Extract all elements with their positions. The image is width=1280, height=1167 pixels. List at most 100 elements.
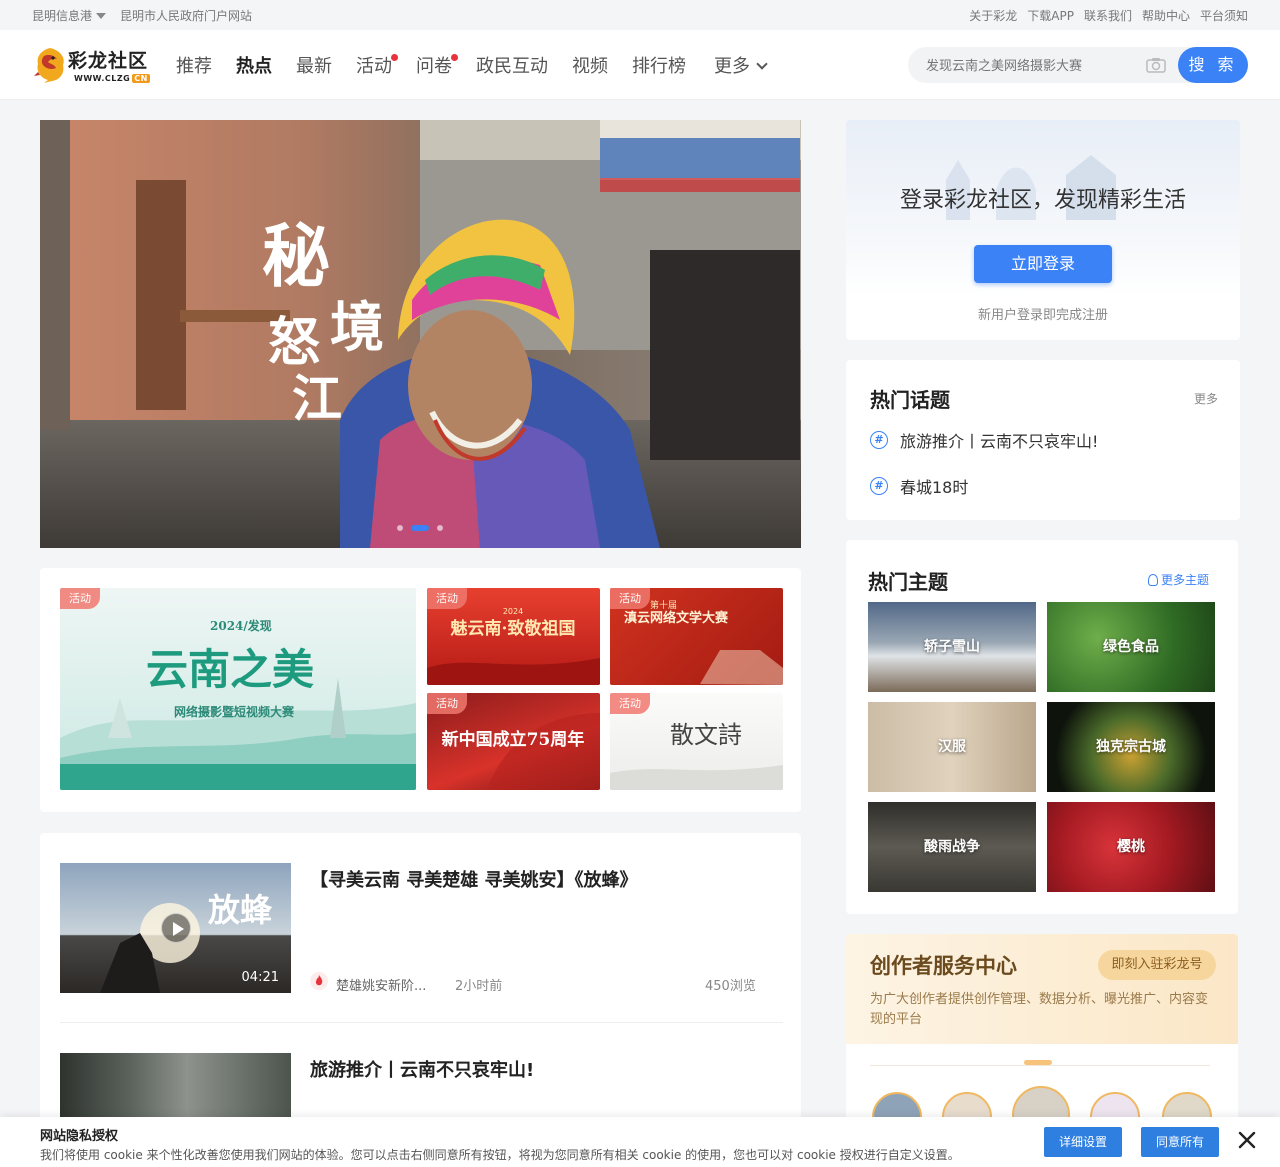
cookie-consent-bar: 网站隐私授权 我们将使用 cookie 来个性化改善您使用我们网站的体验。您可以… <box>0 1117 1280 1167</box>
util-link-kunming-info[interactable]: 昆明信息港 <box>32 7 107 24</box>
play-icon[interactable] <box>161 913 191 943</box>
theme-tile[interactable]: 独克宗古城 <box>1047 702 1215 792</box>
login-hint: 新用户登录即完成注册 <box>977 308 1108 323</box>
theme-tile[interactable]: 汉服 <box>868 702 1036 792</box>
cookie-accept-all-button[interactable]: 同意所有 <box>1141 1127 1219 1157</box>
activity-banner-panel: 2024/发现 云南之美 网络摄影暨短视频大赛 活动 2024 魅云南·致敬祖国… <box>40 568 801 812</box>
banner-subtitle: 网络摄影暨短视频大赛 <box>174 704 295 719</box>
banner-tribute-motherland[interactable]: 2024 魅云南·致敬祖国 活动 <box>427 588 600 685</box>
source-avatar <box>310 972 328 990</box>
main-nav: 推荐 热点 最新 活动 问卷 政民互动 视频 排行榜 更多 <box>176 52 790 80</box>
calligraphy-char: 怒 <box>268 312 320 373</box>
hero-carousel[interactable]: 秘 境 怒 江 <box>40 120 801 548</box>
cookie-settings-button[interactable]: 详细设置 <box>1044 1127 1122 1157</box>
nav-item-recommend[interactable]: 推荐 <box>176 52 212 80</box>
site-header: 彩龙社区 WWW.CLZG CN 推荐 热点 最新 活动 问卷 政民互动 视频 排… <box>0 30 1280 100</box>
logo-url: WWW.CLZG CN <box>74 74 150 83</box>
notification-dot <box>391 54 398 61</box>
chevron-down-icon <box>756 58 768 70</box>
util-link-gov-portal[interactable]: 昆明市人民政府门户网站 <box>120 7 252 24</box>
feed-item-title[interactable]: 旅游推介丨云南不只哀牢山! <box>310 1056 534 1082</box>
flame-icon <box>315 975 323 986</box>
util-link-rules[interactable]: 平台须知 <box>1200 7 1248 24</box>
theme-tile[interactable]: 酸雨战争 <box>868 802 1036 892</box>
hashtag-icon: # <box>870 431 888 449</box>
camera-icon[interactable] <box>1146 57 1166 73</box>
nav-item-video[interactable]: 视频 <box>572 52 608 80</box>
hot-themes-card: 热门主题 更多主题 轿子雪山 绿色食品 汉服 独克宗古城 酸雨战争 樱桃 <box>846 540 1238 914</box>
thumbnail-text: 放蜂 <box>208 891 273 929</box>
banner-yunnan-beauty[interactable]: 2024/发现 云南之美 网络摄影暨短视频大赛 活动 <box>60 588 416 790</box>
divider <box>870 1065 1210 1066</box>
nav-item-hot[interactable]: 热点 <box>236 52 272 80</box>
banner-prose-poetry[interactable]: 散文詩 活动 <box>610 693 783 790</box>
search-bar: 搜 索 <box>908 47 1248 83</box>
activity-tag: 活动 <box>427 588 467 609</box>
creator-join-button[interactable]: 即刻入驻彩龙号 <box>1098 950 1216 980</box>
nav-item-survey[interactable]: 问卷 <box>416 52 458 80</box>
divider <box>60 1022 783 1023</box>
login-title: 登录彩龙社区，发现精彩生活 <box>899 188 1186 213</box>
banner-literature-contest[interactable]: 第十届 滇云网络文学大赛 活动 <box>610 588 783 685</box>
creator-description: 为广大创作者提供创作管理、数据分析、曝光推广、内容变现的平台 <box>870 992 1209 1027</box>
util-link-contact[interactable]: 联系我们 <box>1084 7 1132 24</box>
hot-themes-more-link[interactable]: 更多主题 <box>1148 571 1209 588</box>
feed-item-title[interactable]: 【寻美云南 寻美楚雄 寻美姚安】《放蜂》 <box>310 866 638 892</box>
nav-item-ranking[interactable]: 排行榜 <box>632 52 686 80</box>
login-button[interactable]: 立即登录 <box>974 245 1112 283</box>
activity-tag: 活动 <box>427 693 467 714</box>
utility-bar: 昆明信息港 昆明市人民政府门户网站 关于彩龙 下载APP 联系我们 帮助中心 平… <box>0 0 1280 30</box>
theme-tile[interactable]: 轿子雪山 <box>868 602 1036 692</box>
banner-art: 2024/发现 云南之美 网络摄影暨短视频大赛 <box>60 618 416 790</box>
nav-item-activity[interactable]: 活动 <box>356 52 398 80</box>
creator-title: 创作者服务中心 <box>870 954 1017 978</box>
notification-dot <box>451 54 458 61</box>
activity-tag: 活动 <box>610 588 650 609</box>
nav-item-gov-interaction[interactable]: 政民互动 <box>476 52 548 80</box>
util-link-download-app[interactable]: 下载APP <box>1027 7 1074 24</box>
bulb-icon <box>1148 574 1158 586</box>
hot-topics-title: 热门话题 <box>870 388 950 412</box>
topic-item[interactable]: # 旅游推介丨云南不只哀牢山! <box>870 428 1098 452</box>
theme-tile[interactable]: 樱桃 <box>1047 802 1215 892</box>
hot-themes-title: 热门主题 <box>868 570 948 594</box>
video-duration: 04:21 <box>241 970 279 985</box>
site-logo[interactable]: 彩龙社区 WWW.CLZG CN <box>32 44 157 88</box>
feed-item-source[interactable]: 楚雄姚安新阶... <box>336 975 426 994</box>
banner-sub: 第十届 <box>650 599 677 611</box>
login-card: 登录彩龙社区，发现精彩生活 立即登录 新用户登录即完成注册 <box>846 120 1240 340</box>
feed-panel: 放蜂 04:21 【寻美云南 寻美楚雄 寻美姚安】《放蜂》 楚雄姚安新阶... … <box>40 833 801 1133</box>
video-thumbnail[interactable]: 放蜂 04:21 <box>60 863 291 993</box>
activity-tag: 活动 <box>60 588 100 609</box>
hot-topics-more-link[interactable]: 更多 <box>1194 390 1218 407</box>
feed-item-time: 2小时前 <box>455 979 503 994</box>
calligraphy-char: 境 <box>330 295 384 359</box>
calligraphy-char: 秘 <box>262 217 330 297</box>
theme-tile[interactable]: 绿色食品 <box>1047 602 1215 692</box>
banner-title: 云南之美 <box>146 645 314 694</box>
hashtag-icon: # <box>870 477 888 495</box>
activity-tag: 活动 <box>610 693 650 714</box>
banner-title: 散文詩 <box>670 721 742 749</box>
hero-image: 秘 境 怒 江 <box>40 120 801 548</box>
feed-item-views: 450浏览 <box>705 979 756 994</box>
dragon-logo-icon <box>34 48 64 83</box>
cookie-description: 我们将使用 cookie 来个性化改善您使用我们网站的体验。您可以点击右侧同意所… <box>40 1148 960 1162</box>
banner-year: 2024 <box>503 607 523 616</box>
banner-75th-anniversary[interactable]: 新中国成立75周年 活动 <box>427 693 600 790</box>
logo-text: 彩龙社区 <box>68 50 149 72</box>
search-button[interactable]: 搜 索 <box>1178 47 1248 83</box>
util-link-about[interactable]: 关于彩龙 <box>969 7 1017 24</box>
feed-item[interactable]: 放蜂 04:21 【寻美云南 寻美楚雄 寻美姚安】《放蜂》 楚雄姚安新阶... … <box>60 863 783 994</box>
nav-item-more[interactable]: 更多 <box>714 52 768 80</box>
banner-title: 魅云南·致敬祖国 <box>451 618 576 639</box>
cookie-title: 网站隐私授权 <box>40 1129 119 1144</box>
util-link-help[interactable]: 帮助中心 <box>1142 7 1190 24</box>
chevron-down-icon <box>96 13 107 19</box>
banner-year: 2024/发现 <box>210 618 272 633</box>
hot-topics-card: 热门话题 更多 # 旅游推介丨云南不只哀牢山! # 春城18时 <box>846 360 1240 520</box>
nav-item-latest[interactable]: 最新 <box>296 52 332 80</box>
topic-item[interactable]: # 春城18时 <box>870 474 968 498</box>
close-icon[interactable] <box>1236 1129 1258 1151</box>
calligraphy-char: 江 <box>292 369 342 428</box>
